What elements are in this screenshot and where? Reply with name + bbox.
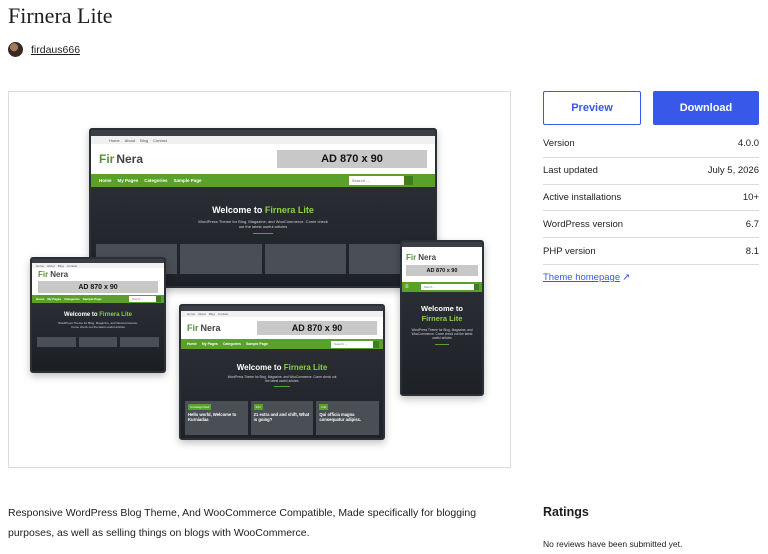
mock-ad: AD 870 x 90 bbox=[277, 150, 427, 168]
tablet-mockup: Home About Blog Contact Fir Nera AD 870 x 90… bbox=[30, 257, 166, 373]
meta-row-php-version: PHP version 8.1 bbox=[543, 238, 759, 265]
mock-card: Info Qui officia magna consequatur adipi… bbox=[316, 401, 380, 435]
mock-hero-title: Welcome to Firnera Lite bbox=[212, 205, 314, 215]
theme-homepage-link[interactable]: Theme homepage ↗ bbox=[543, 272, 630, 283]
laptop-mockup: Home About Blog Contact Fir Nera AD 870 x 90… bbox=[179, 304, 385, 440]
theme-meta: Version 4.0.0 Last updated July 5, 2026 … bbox=[543, 131, 759, 265]
author-avatar bbox=[8, 42, 23, 57]
preview-button[interactable]: Preview bbox=[543, 91, 641, 125]
mock-logo: Fir Nera bbox=[99, 152, 144, 166]
theme-description: Responsive WordPress Blog Theme, And Woo… bbox=[8, 507, 477, 539]
ratings-heading: Ratings bbox=[543, 505, 589, 519]
theme-title: Firnera Lite bbox=[8, 3, 113, 28]
mock-card: Info 21 extra and and shift, What is goi… bbox=[250, 401, 314, 435]
no-reviews-text: No reviews have been submitted yet. bbox=[543, 539, 683, 549]
author-link[interactable]: firdaus666 bbox=[31, 44, 80, 56]
meta-row-wordpress-version: WordPress version 6.7 bbox=[543, 211, 759, 239]
meta-row-version: Version 4.0.0 bbox=[543, 131, 759, 158]
mock-card: Uncategorized Hello world, Welcome to Ku… bbox=[185, 401, 248, 435]
theme-screenshot: Home About Blog Contact Fir Nera AD 870 x 90… bbox=[8, 91, 511, 468]
external-link-icon: ↗ bbox=[622, 272, 631, 283]
phone-mockup: Fir Nera AD 870 x 90 ≡ Search ... Welcome… bbox=[400, 240, 484, 396]
download-button[interactable]: Download bbox=[653, 91, 759, 125]
meta-row-last-updated: Last updated July 5, 2026 bbox=[543, 158, 759, 185]
theme-author: firdaus666 bbox=[8, 42, 80, 57]
meta-row-active-installations: Active installations 10+ bbox=[543, 185, 759, 212]
